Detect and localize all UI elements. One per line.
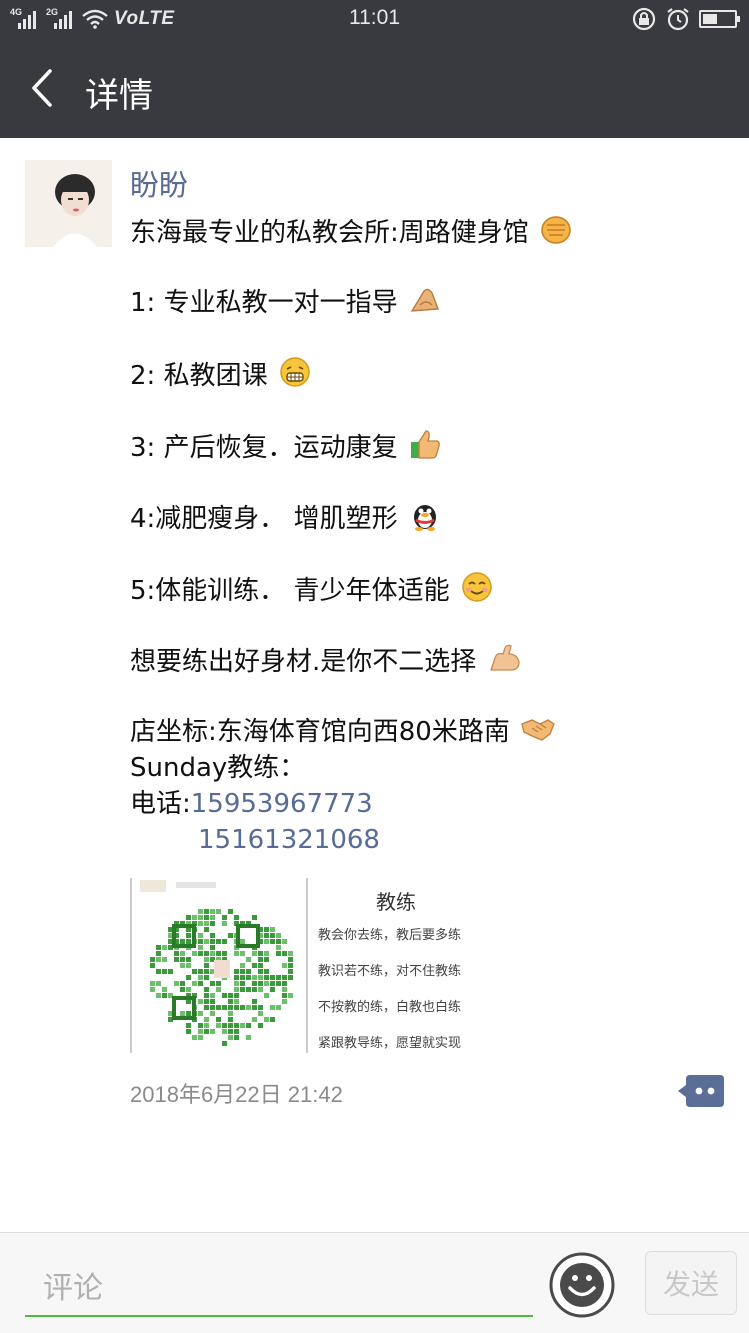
comment-more-icon[interactable] xyxy=(678,1075,724,1107)
status-right xyxy=(631,7,740,31)
page-title: 详情 xyxy=(85,76,153,116)
post-item2-line: 2: 私教团课 xyxy=(130,356,730,392)
emoji-button-icon[interactable] xyxy=(548,1251,616,1319)
qr-code-panel xyxy=(130,878,308,1053)
post-item5: 5:体能训练． 青少年体适能 xyxy=(130,575,450,606)
qr-title: 教练 xyxy=(376,890,416,914)
fist-emoji-icon xyxy=(541,216,571,244)
ok-hand-emoji-icon xyxy=(410,288,439,312)
comment-bar: 发送 xyxy=(0,1232,749,1333)
send-button[interactable]: 发送 xyxy=(645,1251,737,1315)
handshake-emoji-icon xyxy=(521,718,555,741)
avatar-photo xyxy=(25,160,112,247)
post-location: 店坐标:东海体育馆向西80米路南 xyxy=(130,716,510,747)
rotation-lock-icon xyxy=(632,7,656,31)
qr-line-3: 不按教的练，白教也白练 xyxy=(318,1000,462,1015)
post-headline-line: 东海最专业的私教会所:周路健身馆 xyxy=(130,213,730,249)
comment-input[interactable] xyxy=(25,1261,533,1317)
status-bar: 4G 2G VoLTE 11:01 xyxy=(0,0,749,38)
qr-text-panel: 教练 教会你去练，教后要多练 教识若不练，对不住教练 不按教的练，白教也白练 紧… xyxy=(312,878,490,1053)
author-name[interactable]: 盼盼 xyxy=(130,162,188,204)
battery-icon xyxy=(699,10,740,28)
post-headline: 东海最专业的私教会所:周路健身馆 xyxy=(130,218,529,248)
qr-line-4: 紧跟教导练，愿望就实现 xyxy=(318,1036,462,1051)
post-item4-line: 4:减肥瘦身． 增肌塑形 xyxy=(130,499,730,535)
qr-code-image xyxy=(140,880,293,1046)
post-slogan: 想要练出好身材.是你不二选择 xyxy=(130,647,477,677)
post-item3-line: 3: 产后恢复．运动康复 xyxy=(130,428,730,464)
post-item1-line: 1: 专业私教一对一指导 xyxy=(130,285,730,321)
post-timestamp: 2018年6月22日 21:42 xyxy=(130,1082,343,1107)
alarm-icon xyxy=(667,8,689,31)
back-arrow-icon xyxy=(32,69,52,107)
post-item1: 1: 专业私教一对一指导 xyxy=(130,287,398,318)
post-location-line: 店坐标:东海体育馆向西80米路南 xyxy=(130,714,730,750)
title-bar: 详情 xyxy=(0,38,749,138)
avatar[interactable] xyxy=(25,160,112,247)
thumbs-up-emoji-icon xyxy=(410,429,440,459)
post-coach: Sunday教练： xyxy=(130,752,306,783)
post-item4: 4:减肥瘦身． 增肌塑形 xyxy=(130,504,398,534)
smile-emoji-icon xyxy=(462,571,492,602)
post-item3: 3: 产后恢复．运动康复 xyxy=(130,432,398,463)
post-slogan-line: 想要练出好身材.是你不二选择 xyxy=(130,642,730,678)
post-item2: 2: 私教团课 xyxy=(130,361,268,391)
post-body: 东海最专业的私教会所:周路健身馆 1: 专业私教一对一指导 2: 私教团课 3:… xyxy=(130,213,730,858)
qq-penguin-emoji-icon xyxy=(413,505,436,531)
post-phone-label: 电话: xyxy=(130,788,191,819)
post-item5-line: 5:体能训练． 青少年体适能 xyxy=(130,571,730,607)
qr-line-1: 教会你去练，教后要多练 xyxy=(318,928,462,943)
phone-link-2[interactable]: 15161321068 xyxy=(130,822,730,858)
grin-emoji-icon xyxy=(280,357,310,387)
flexed-biceps-emoji-icon xyxy=(489,644,520,671)
post-image[interactable]: 教练 教会你去练，教后要多练 教识若不练，对不住教练 不按教的练，白教也白练 紧… xyxy=(130,878,490,1053)
post-phone-line: 电话:15953967773 xyxy=(130,786,730,822)
qr-line-2: 教识若不练，对不住教练 xyxy=(318,964,462,979)
phone-link-1[interactable]: 15953967773 xyxy=(191,789,373,819)
back-button[interactable] xyxy=(22,64,62,112)
